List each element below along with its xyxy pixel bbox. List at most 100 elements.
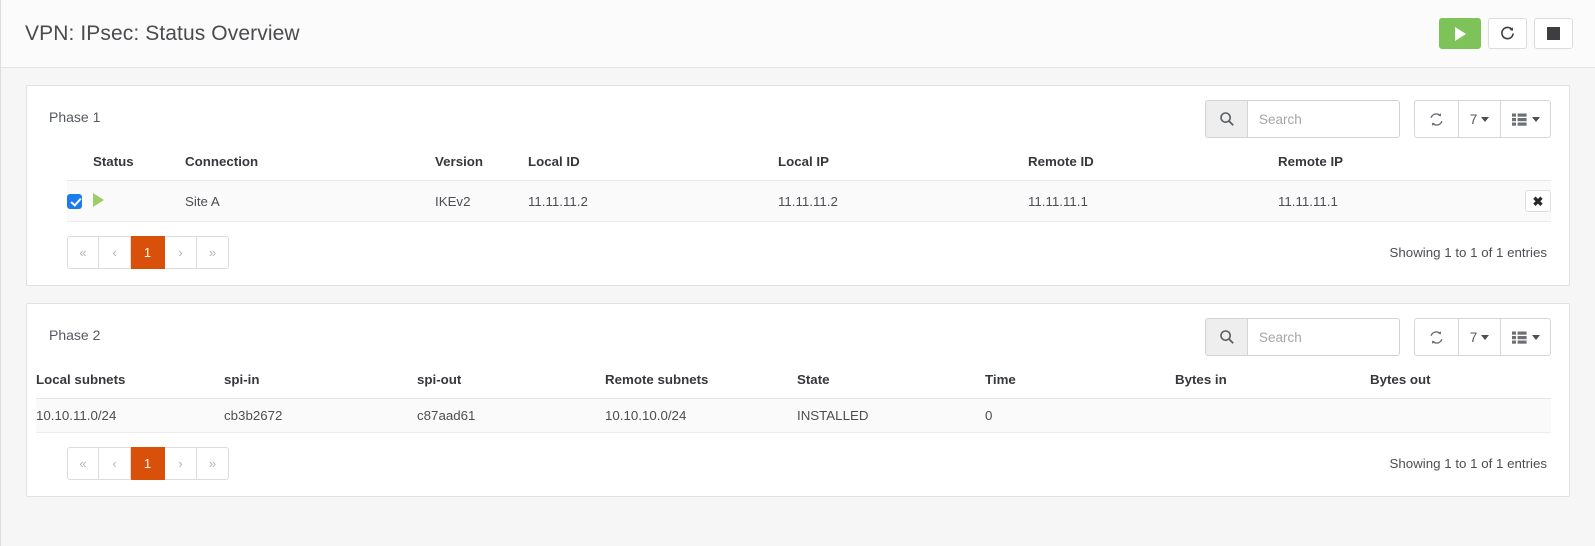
phase1-footer: « ‹ 1 › » Showing 1 to 1 of 1 entries — [27, 222, 1569, 285]
stop-icon — [1547, 27, 1560, 40]
phase2-row-time: 0 — [985, 399, 1175, 433]
phase1-col-local-id: Local ID — [528, 148, 778, 181]
phase1-header: Phase 1 — [27, 86, 1569, 148]
phase1-row-local-ip: 11.11.11.2 — [778, 181, 1028, 222]
phase1-col-remote-id: Remote ID — [1028, 148, 1278, 181]
phase1-table-wrapper: Status Connection Version Local ID Local… — [27, 148, 1569, 222]
start-button[interactable] — [1439, 18, 1481, 49]
header-actions — [1439, 18, 1573, 49]
phase1-table: Status Connection Version Local ID Local… — [67, 148, 1551, 222]
reload-icon — [1500, 26, 1515, 41]
pagination-next[interactable]: › — [165, 447, 197, 480]
reload-button[interactable] — [1488, 18, 1527, 49]
phase2-title: Phase 2 — [49, 318, 1205, 343]
phase1-row-connection: Site A — [185, 181, 435, 222]
play-icon — [1455, 27, 1466, 41]
phase2-row-spi-in: cb3b2672 — [224, 399, 417, 433]
phase2-toolbar: 7 — [1205, 318, 1551, 356]
phase1-column-selector[interactable] — [1501, 100, 1551, 138]
phase2-table-wrapper: Local subnets spi-in spi-out Remote subn… — [27, 366, 1569, 433]
phase1-row-version: IKEv2 — [435, 181, 528, 222]
stop-button[interactable] — [1534, 18, 1573, 49]
phase2-col-spi-in: spi-in — [224, 366, 417, 399]
phase2-col-spi-out: spi-out — [417, 366, 605, 399]
pagination-last[interactable]: » — [197, 447, 229, 480]
phase1-pagination: « ‹ 1 › » — [67, 236, 229, 269]
phase2-panel: Phase 2 — [26, 303, 1570, 497]
pagination-previous[interactable]: ‹ — [99, 236, 131, 269]
phase1-col-select — [67, 148, 93, 181]
phase1-toolbar: 7 — [1205, 100, 1551, 138]
phase2-col-state: State — [797, 366, 985, 399]
phase2-row-bytes-out — [1370, 399, 1551, 433]
phase2-header-row: Local subnets spi-in spi-out Remote subn… — [36, 366, 1551, 399]
chevron-down-icon — [1532, 335, 1540, 340]
search-icon[interactable] — [1205, 100, 1247, 138]
phase2-row-local-subnets: 10.10.11.0/24 — [36, 399, 224, 433]
phase2-search-group — [1205, 318, 1400, 356]
phase1-col-remote-ip: Remote IP — [1278, 148, 1468, 181]
pagination-page-1[interactable]: 1 — [131, 236, 165, 269]
table-row[interactable]: 10.10.11.0/24 cb3b2672 c87aad61 10.10.10… — [36, 399, 1551, 433]
phase1-row-local-id: 11.11.11.2 — [528, 181, 778, 222]
pagination-page-1[interactable]: 1 — [131, 447, 165, 480]
phase2-table-body: 10.10.11.0/24 cb3b2672 c87aad61 10.10.10… — [36, 399, 1551, 433]
table-row[interactable]: Site A IKEv2 11.11.11.2 11.11.11.2 11.11… — [67, 181, 1551, 222]
chevron-down-icon — [1481, 335, 1489, 340]
phase1-col-connection: Connection — [185, 148, 435, 181]
phase1-panel: Phase 1 — [26, 85, 1570, 286]
pagination-previous[interactable]: ‹ — [99, 447, 131, 480]
phase1-row-checkbox[interactable] — [67, 194, 82, 209]
chevron-down-icon — [1532, 117, 1540, 122]
phase1-search-input[interactable] — [1247, 100, 1400, 138]
refresh-icon — [1428, 329, 1445, 346]
columns-icon — [1512, 331, 1527, 344]
phase1-header-row: Status Connection Version Local ID Local… — [67, 148, 1551, 181]
phase1-page-size-value: 7 — [1470, 112, 1478, 127]
phase2-page-size-value: 7 — [1470, 330, 1478, 345]
phase2-table: Local subnets spi-in spi-out Remote subn… — [36, 366, 1551, 433]
chevron-down-icon — [1481, 117, 1489, 122]
page-header: VPN: IPsec: Status Overview — [1, 0, 1595, 68]
phase2-col-local-subnets: Local subnets — [36, 366, 224, 399]
disconnect-button[interactable]: ✖ — [1525, 190, 1551, 212]
search-icon[interactable] — [1205, 318, 1247, 356]
phase1-entries-info: Showing 1 to 1 of 1 entries — [1390, 245, 1547, 260]
phase1-table-controls: 7 — [1414, 100, 1551, 138]
pagination-last[interactable]: » — [197, 236, 229, 269]
pagination-first[interactable]: « — [67, 447, 99, 480]
phase2-row-bytes-in — [1175, 399, 1370, 433]
pagination-first[interactable]: « — [67, 236, 99, 269]
content-area: Phase 1 — [1, 68, 1595, 497]
phase1-title: Phase 1 — [49, 100, 1205, 125]
phase2-page-size-dropdown[interactable]: 7 — [1459, 318, 1501, 356]
phase1-refresh-button[interactable] — [1414, 100, 1459, 138]
phase1-row-remote-id: 11.11.11.1 — [1028, 181, 1278, 222]
phase2-table-head: Local subnets spi-in spi-out Remote subn… — [36, 366, 1551, 399]
status-running-icon — [93, 193, 104, 207]
phase1-table-head: Status Connection Version Local ID Local… — [67, 148, 1551, 181]
phase1-row-actions-cell: ✖ — [1468, 181, 1551, 222]
phase1-col-local-ip: Local IP — [778, 148, 1028, 181]
phase1-col-actions — [1468, 148, 1551, 181]
phase2-table-controls: 7 — [1414, 318, 1551, 356]
phase2-pagination: « ‹ 1 › » — [67, 447, 229, 480]
phase2-col-bytes-out: Bytes out — [1370, 366, 1551, 399]
phase2-entries-info: Showing 1 to 1 of 1 entries — [1390, 456, 1547, 471]
phase2-col-time: Time — [985, 366, 1175, 399]
phase1-row-remote-ip: 11.11.11.1 — [1278, 181, 1468, 222]
phase2-row-spi-out: c87aad61 — [417, 399, 605, 433]
phase1-search-group — [1205, 100, 1400, 138]
columns-icon — [1512, 113, 1527, 126]
phase1-row-select-cell — [67, 181, 93, 222]
phase1-page-size-dropdown[interactable]: 7 — [1459, 100, 1501, 138]
phase2-row-state: INSTALLED — [797, 399, 985, 433]
pagination-next[interactable]: › — [165, 236, 197, 269]
phase2-footer: « ‹ 1 › » Showing 1 to 1 of 1 entries — [27, 433, 1569, 496]
phase1-col-version: Version — [435, 148, 528, 181]
phase1-col-status: Status — [93, 148, 185, 181]
phase1-table-body: Site A IKEv2 11.11.11.2 11.11.11.2 11.11… — [67, 181, 1551, 222]
phase2-column-selector[interactable] — [1501, 318, 1551, 356]
phase2-search-input[interactable] — [1247, 318, 1400, 356]
phase2-refresh-button[interactable] — [1414, 318, 1459, 356]
